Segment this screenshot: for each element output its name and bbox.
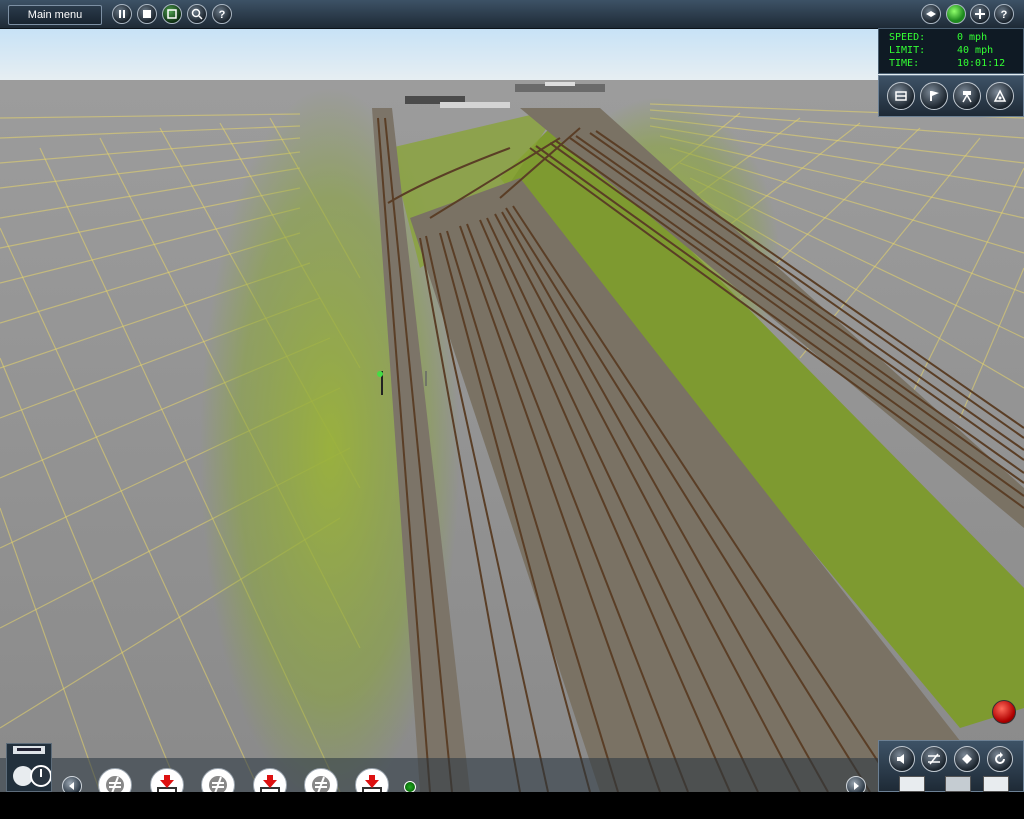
hud-time: TIME: 10:01:12 [889,57,1017,70]
sky [0,28,1024,80]
top-toolbar: Main menu ? ? [0,0,1024,29]
sound-icon[interactable] [889,746,915,772]
stop-icon[interactable] [137,4,157,24]
top-right-help-icon[interactable]: ? [994,4,1014,24]
layers-icon[interactable] [921,4,941,24]
limit-label: LIMIT: [889,45,926,56]
timetable-icon[interactable] [899,776,925,792]
track-scene [0,28,1024,792]
record-button[interactable] [992,700,1016,724]
time-label: TIME: [889,58,920,69]
tripod-camera-icon[interactable] [953,82,981,110]
status-light-icon[interactable] [946,4,966,24]
time-value: 10:01:12 [957,58,1006,69]
pause-icon[interactable] [112,4,132,24]
speed-label: SPEED: [889,32,926,43]
speed-hud: SPEED: 0 mph LIMIT: 40 mph TIME: 10:01:1… [878,28,1024,74]
limit-value: 40 mph [957,45,994,56]
play-icon[interactable] [162,4,182,24]
driver-avatar-icon [13,746,52,787]
game-viewport[interactable] [0,28,1024,792]
driver-list-icon[interactable] [983,776,1009,792]
speed-value: 0 mph [957,32,988,43]
diamond-icon[interactable] [954,746,980,772]
track-camera-icon[interactable] [920,82,948,110]
cab-camera-icon[interactable] [887,82,915,110]
driver-panel[interactable] [6,743,52,792]
zoom-icon[interactable] [187,4,207,24]
svg-text:?: ? [219,9,226,20]
help-icon[interactable]: ? [212,4,232,24]
switch-icon[interactable] [921,746,947,772]
map-icon[interactable] [945,776,971,792]
main-menu-button[interactable]: Main menu [8,5,102,25]
bottom-right-panel [878,740,1024,792]
hud-limit: LIMIT: 40 mph [889,44,1017,57]
add-icon[interactable] [970,4,990,24]
screen-footer [0,792,1024,819]
free-roam-camera-icon[interactable] [986,82,1014,110]
camera-panel [878,75,1024,117]
hud-speed: SPEED: 0 mph [889,31,1017,44]
svg-text:?: ? [1001,9,1008,20]
refresh-icon[interactable] [987,746,1013,772]
